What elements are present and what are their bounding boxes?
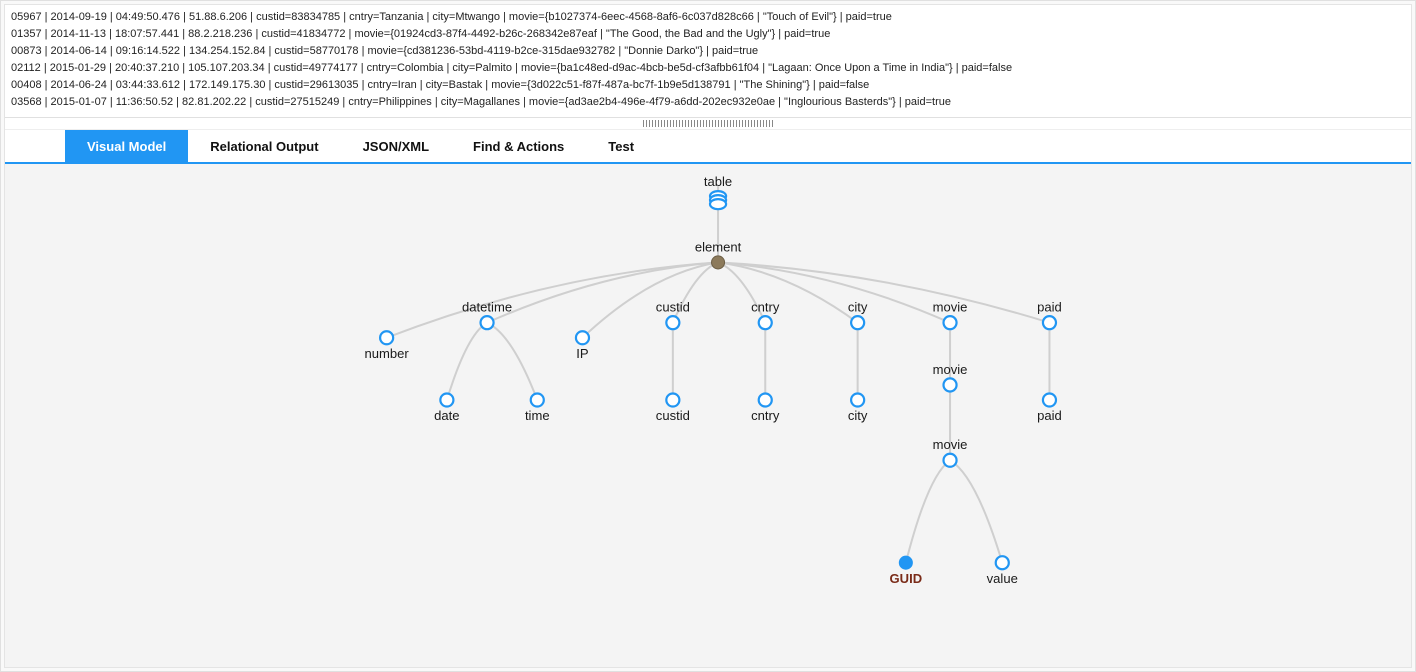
tree-node-label: custid [656, 408, 690, 423]
tab-visual-model[interactable]: Visual Model [65, 130, 188, 162]
tree-edge [582, 263, 718, 338]
tree-node-label: GUID [890, 571, 923, 586]
tree-node-icon [759, 394, 772, 407]
tree-node-custid2[interactable]: custid [656, 394, 690, 424]
tree-node-label: movie [933, 300, 968, 315]
splitter-handle[interactable] [5, 118, 1411, 130]
log-line: 01357 | 2014-11-13 | 18:07:57.441 | 88.2… [11, 26, 1405, 43]
tree-node-label: date [434, 408, 459, 423]
tree-node-icon [851, 394, 864, 407]
tree-node-paid[interactable]: paid [1037, 300, 1062, 330]
log-line: 00408 | 2014-06-24 | 03:44:33.612 | 172.… [11, 77, 1405, 94]
tree-node-icon [1043, 316, 1056, 329]
tree-node-icon [440, 394, 453, 407]
tree-node-date[interactable]: date [434, 394, 459, 424]
log-line: 00873 | 2014-06-14 | 09:16:14.522 | 134.… [11, 43, 1405, 60]
tree-edge [447, 323, 487, 400]
tree-node-label: cntry [751, 300, 780, 315]
visual-model-canvas[interactable]: tableelementnumberdatetimedatetimeIPcust… [5, 164, 1411, 667]
tree-node-movie2[interactable]: movie [933, 362, 968, 392]
tree-node-label: time [525, 408, 550, 423]
tree-edge [906, 461, 950, 563]
tree-node-custid[interactable]: custid [656, 300, 690, 330]
tree-node-label: number [365, 346, 410, 361]
tab-json-xml[interactable]: JSON/XML [341, 130, 451, 162]
tree-node-cntry[interactable]: cntry [751, 300, 780, 330]
tree-node-guid[interactable]: GUID [890, 556, 923, 586]
tree-node-label: movie [933, 362, 968, 377]
tree-node-label: value [987, 571, 1018, 586]
log-line: 02112 | 2015-01-29 | 20:40:37.210 | 105.… [11, 60, 1405, 77]
tree-node-icon [666, 316, 679, 329]
tab-find-actions[interactable]: Find & Actions [451, 130, 586, 162]
tree-node-icon [851, 316, 864, 329]
tab-relational-output[interactable]: Relational Output [188, 130, 340, 162]
tree-node-icon [899, 556, 912, 569]
tabs-strip: Visual Model Relational Output JSON/XML … [5, 130, 1411, 164]
tree-node-root[interactable]: table [704, 174, 732, 209]
tree-node-label: city [848, 300, 868, 315]
tree-node-ip[interactable]: IP [576, 331, 589, 361]
tree-edge [487, 323, 537, 400]
tree-node-cntry2[interactable]: cntry [751, 394, 780, 424]
tree-node-value[interactable]: value [987, 556, 1018, 586]
tree-node-city[interactable]: city [848, 300, 868, 330]
tree-node-icon [576, 331, 589, 344]
tree-node-icon [944, 316, 957, 329]
tree-node-icon [944, 379, 957, 392]
grip-icon [643, 120, 773, 127]
tree-node-label: cntry [751, 408, 780, 423]
tree-node-icon [944, 454, 957, 467]
tree-node-city2[interactable]: city [848, 394, 868, 424]
tree-node-label: movie [933, 437, 968, 452]
tree-node-label: custid [656, 300, 690, 315]
tree-node-time[interactable]: time [525, 394, 550, 424]
tree-node-movie[interactable]: movie [933, 300, 968, 330]
tree-node-icon [1043, 394, 1056, 407]
tree-node-icon [481, 316, 494, 329]
tree-node-icon [996, 556, 1009, 569]
tree-node-icon [666, 394, 679, 407]
tree-node-datetime[interactable]: datetime [462, 300, 512, 330]
tree-node-icon [380, 331, 393, 344]
tree-node-icon [531, 394, 544, 407]
tree-node-movie3[interactable]: movie [933, 437, 968, 467]
tree-node-paid2[interactable]: paid [1037, 394, 1062, 424]
tree-edge [950, 461, 1002, 563]
sample-data-panel: 05967 | 2014-09-19 | 04:49:50.476 | 51.8… [5, 5, 1411, 118]
tree-node-icon [759, 316, 772, 329]
log-line: 05967 | 2014-09-19 | 04:49:50.476 | 51.8… [11, 9, 1405, 26]
tree-node-number[interactable]: number [365, 331, 410, 361]
log-line: 03568 | 2015-01-07 | 11:36:50.52 | 82.81… [11, 94, 1405, 111]
tree-node-label: datetime [462, 300, 512, 315]
tree-node-label: paid [1037, 408, 1062, 423]
tree-node-label: IP [576, 346, 589, 361]
tab-test[interactable]: Test [586, 130, 656, 162]
tree-node-label: element [695, 240, 742, 255]
tree-node-label: table [704, 174, 732, 189]
tree-node-label: city [848, 408, 868, 423]
tree-node-label: paid [1037, 300, 1062, 315]
tree-root-icon [712, 256, 725, 269]
